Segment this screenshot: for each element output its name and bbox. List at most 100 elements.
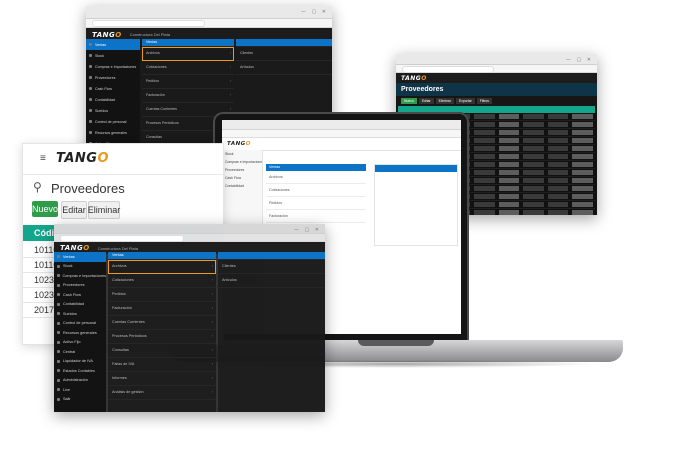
submenu-item[interactable]: Cuentas Corrientes › [108,316,216,330]
submenu-item-label: Procesos Periódicos [112,333,147,338]
toolbar-button[interactable]: Filtros [476,98,492,104]
menu-item-icon [89,109,92,112]
sidebar-item[interactable]: Activo Fijo [54,338,106,348]
submenu-item[interactable]: Pedidos › [108,288,216,302]
sidebar-item[interactable]: Liquidador de IVA [54,357,106,367]
submenu-item[interactable]: Archivos [266,171,366,184]
sidebar-item[interactable]: Compras e Importaciones [86,61,140,72]
sidebar-item-label: Estados Contables [63,368,95,373]
menu-header[interactable]: Ventas [266,164,366,171]
sidebar-item-label: Administración [63,378,88,383]
window-controls-icon[interactable]: — ▢ ✕ [294,227,321,233]
address-bar[interactable] [396,65,597,73]
sidebar-item[interactable]: Stock [54,262,106,272]
address-bar[interactable] [54,234,325,242]
sidebar-item[interactable]: Cash Flow [54,290,106,300]
chevron-right-icon: › [229,78,231,83]
delete-button[interactable]: Eliminar [88,201,120,219]
submenu-item-label: Facturación [146,92,165,97]
menu-header[interactable]: Ventas [108,252,216,260]
detail-item[interactable]: Clientes [236,47,332,61]
sidebar-item[interactable]: Administración [54,376,106,386]
sidebar-item[interactable]: Sueldos [86,105,140,116]
toolbar-button[interactable]: Nuevo [401,98,417,104]
submenu-item-label: Cotizaciones [146,64,167,69]
submenu-item[interactable]: Facturación › [108,302,216,316]
submenu-item[interactable]: Cotizaciones [266,184,366,197]
sidebar-item[interactable]: Compras e Importaciones [54,271,106,281]
address-bar[interactable] [86,19,332,28]
submenu-item-label: Facturación [112,305,132,310]
submenu-item[interactable]: Pedidos › [142,75,234,89]
chevron-right-icon: › [229,92,231,97]
sidebar-item[interactable]: Live [54,385,106,395]
tango-logo: TANGO [401,74,427,82]
sidebar-item-label: Stock [95,53,104,58]
menu-header[interactable]: Ventas [142,39,234,47]
sidebar-item[interactable]: Sueldos [54,309,106,319]
submenu-item[interactable]: Archivos › [108,259,216,274]
sidebar-item-label: Cash Flow [63,292,81,297]
sidebar-item[interactable]: Proveedores [222,166,262,174]
chevron-right-icon: › [211,375,213,380]
sidebar-item[interactable]: Cash Flow [222,174,262,182]
submenu-item[interactable]: Facturación [266,210,366,223]
toolbar-button[interactable]: Exportar [455,98,475,104]
tango-logo: TANGO [227,141,251,147]
sidebar-item-label: Proveedores [63,283,85,288]
submenu-item[interactable]: Archivos › [142,46,234,61]
detail-item[interactable]: Clientes [218,260,325,274]
detail-item[interactable]: Artículos [218,274,325,288]
submenu-item[interactable]: Fallas de IVA › [108,358,216,372]
edit-button[interactable]: Editar [61,201,87,219]
submenu-item[interactable]: Pedidos [266,197,366,210]
new-button[interactable]: Nuevo [32,201,58,217]
detail-item-label: Clientes [240,50,253,55]
toolbar-button[interactable]: Editar [418,98,434,104]
sidebar-item[interactable]: Salir [54,395,106,405]
sidebar-item[interactable]: Control de personal [54,319,106,329]
page-title: Proveedores [401,86,444,93]
sidebar-item[interactable]: Ventas [54,252,106,262]
menu-item-icon [57,283,60,287]
menu-item-icon [57,359,60,363]
proveedores-icon: ⚲ [33,180,42,194]
submenu-item[interactable]: Análisis de gestión › [108,386,216,400]
sidebar-item[interactable]: Cash Flow [86,83,140,94]
sidebar-item[interactable]: Recursos generales [54,328,106,338]
submenu-item-label: Fallas de IVA [112,361,135,366]
submenu-item[interactable]: Procesos Periódicos › [108,330,216,344]
sidebar-item[interactable]: Central [54,347,106,357]
submenu-item[interactable]: Consultas › [108,344,216,358]
sidebar-item[interactable]: Proveedores [86,72,140,83]
sidebar-item[interactable]: Estados Contables [54,366,106,376]
submenu-item[interactable]: Cotizaciones › [108,274,216,288]
hamburger-menu-icon[interactable]: ≡ [40,153,46,164]
sidebar-item[interactable]: Stock [222,150,262,158]
detail-item[interactable]: Artículos [236,61,332,75]
sidebar-item[interactable]: Recursos generales [86,127,140,138]
address-bar[interactable] [222,130,461,138]
window-controls-icon[interactable]: — ▢ ✕ [566,57,593,63]
sidebar-item[interactable]: Contabilidad [86,94,140,105]
sidebar-item[interactable]: Control de personal [86,116,140,127]
sidebar-item[interactable]: Stock [86,50,140,61]
window-controls-icon[interactable]: — ▢ ✕ [301,9,328,15]
sidebar-item[interactable]: Proveedores [54,281,106,291]
sidebar-item[interactable]: Compras e Importaciones [222,158,262,166]
sidebar-item-label: Salir [63,397,71,402]
submenu-item[interactable]: Facturación › [142,89,234,103]
menu-item-icon [57,293,60,297]
submenu-item-label: Pedidos [146,78,159,83]
submenu-item[interactable]: Informes › [108,372,216,386]
sidebar-item[interactable]: Contabilidad [54,300,106,310]
chevron-right-icon: › [211,277,213,282]
submenu-item[interactable]: Cotizaciones › [142,61,234,75]
sidebar-item[interactable]: Ventas [86,39,140,50]
toolbar-button[interactable]: Eliminar [435,98,454,104]
sidebar-item[interactable]: Contabilidad [222,182,262,190]
menu-item-icon [57,302,60,306]
browser-titlebar: — ▢ ✕ [54,224,325,234]
submenu-item-label: Consultas [146,134,162,139]
menu-item-icon [89,120,92,123]
